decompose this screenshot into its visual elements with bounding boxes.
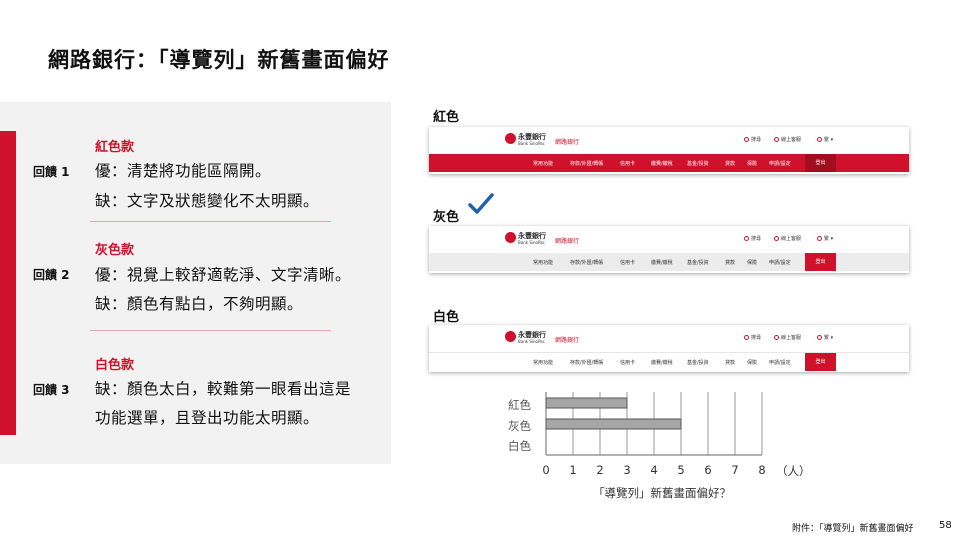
page-number: 58 — [939, 520, 952, 531]
bar — [545, 418, 682, 430]
bar — [545, 397, 628, 409]
x-tick-label: 4 — [650, 463, 658, 477]
x-tick-label: 7 — [731, 463, 739, 477]
axis-unit-label: （人） — [776, 464, 811, 478]
x-tick-label: 6 — [704, 463, 712, 477]
x-tick-label: 1 — [569, 463, 577, 477]
x-tick-label: 2 — [596, 463, 604, 477]
x-tick-label: 0 — [542, 463, 550, 477]
preference-bar-chart — [545, 392, 763, 456]
footnote: 附件：「導覽列」新舊畫面偏好 — [792, 524, 914, 534]
x-tick-label: 3 — [623, 463, 631, 477]
x-tick-label: 8 — [758, 463, 766, 477]
x-tick-label: 5 — [677, 463, 685, 477]
chart-caption: 「導覽列」新舊畫面偏好？ — [593, 486, 731, 500]
